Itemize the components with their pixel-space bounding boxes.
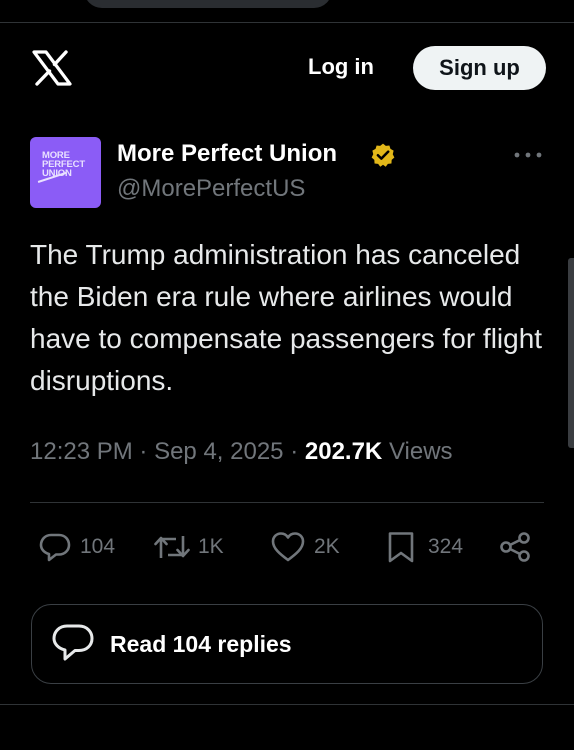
- heart-icon: [271, 532, 305, 562]
- share-button[interactable]: [497, 530, 533, 564]
- repost-button[interactable]: 1K: [152, 530, 224, 564]
- read-replies-button[interactable]: Read 104 replies: [31, 604, 543, 684]
- scrollbar[interactable]: [568, 258, 574, 448]
- divider: [30, 502, 544, 503]
- share-icon: [500, 532, 530, 562]
- chat-bubble-icon: [52, 624, 94, 661]
- tweet-date[interactable]: Sep 4, 2025: [154, 438, 283, 465]
- meta-separator: ·: [139, 438, 148, 465]
- meta-separator: ·: [290, 438, 299, 465]
- login-link[interactable]: Log in: [308, 54, 374, 80]
- repost-icon: [154, 536, 190, 558]
- author-name[interactable]: More Perfect Union: [117, 140, 337, 168]
- tweet-text: The Trump administration has canceled th…: [30, 239, 543, 396]
- read-replies-label: Read 104 replies: [110, 630, 292, 657]
- signup-button[interactable]: Sign up: [413, 46, 546, 90]
- views-label: Views: [388, 438, 453, 465]
- avatar[interactable]: MORE PERFECT UNION: [30, 137, 101, 208]
- repost-count: 1K: [198, 535, 224, 558]
- reply-button[interactable]: 104: [38, 530, 115, 564]
- reply-icon: [39, 533, 71, 562]
- more-options-icon[interactable]: [513, 147, 543, 163]
- browser-top-pill: [84, 0, 332, 8]
- tweet-time[interactable]: 12:23 PM: [30, 438, 133, 465]
- tweet-meta: 12:23 PM · Sep 4, 2025 · 202.7K Views: [30, 438, 453, 466]
- like-count: 2K: [314, 535, 340, 558]
- author-handle[interactable]: @MorePerfectUS: [117, 175, 305, 203]
- bookmark-button[interactable]: 324: [386, 530, 463, 564]
- views-count: 202.7K: [304, 438, 383, 465]
- bookmark-count: 324: [428, 535, 464, 558]
- reply-count: 104: [80, 535, 116, 558]
- bookmark-icon: [388, 532, 414, 563]
- like-button[interactable]: 2K: [270, 530, 340, 564]
- top-divider: [0, 22, 574, 23]
- x-logo-icon[interactable]: [32, 50, 72, 86]
- bottom-divider: [0, 704, 574, 705]
- verified-badge-icon: [371, 143, 395, 167]
